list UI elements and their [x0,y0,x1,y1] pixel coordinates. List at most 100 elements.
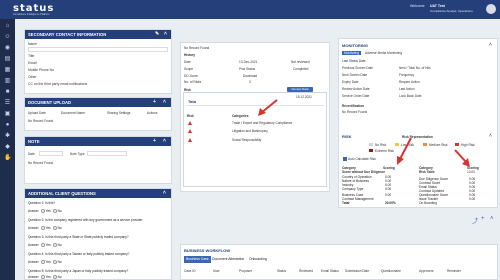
yes-label: Yes [45,226,51,230]
plus-icon[interactable]: + [153,98,156,107]
chevron-up-icon[interactable]: ˄ [163,189,166,198]
document-icon[interactable]: ▤ [4,56,11,62]
home-icon[interactable]: ⌂ [4,23,11,29]
look-back-date-label: Look Back Date [399,94,422,98]
chevron-up-icon[interactable]: ˄ [163,137,166,146]
category-3: Social Responsibility [232,138,262,142]
document-upload-panel: DOCUMENT UPLOAD + ˄ Upload Date Document… [24,97,172,131]
yes-radio[interactable] [40,209,45,214]
tab-document-attestation[interactable]: Document Attestation [210,256,246,263]
question-3-answer: Answer Yes No [28,243,62,248]
name-field[interactable] [28,47,168,52]
share-icon[interactable]: ⤴ [472,216,478,225]
avatar[interactable] [486,4,496,14]
row-date-label: Date [184,60,191,64]
right-value-6: 0.00 [469,197,476,201]
chevron-up-icon[interactable]: ˄ [163,98,166,107]
list-icon[interactable]: ☰ [4,100,11,106]
users-icon[interactable]: ☺ [4,34,11,40]
history-label: History [184,53,195,57]
answer-label: Answer [28,260,39,264]
yes-radio[interactable] [40,243,45,248]
note-date-field[interactable] [39,151,63,156]
risk-title: RISK [342,134,352,139]
building-icon[interactable]: ▣ [4,111,11,117]
no-radio[interactable] [52,243,57,248]
no-label: No [57,275,62,279]
tag-icon[interactable]: ◆ [4,144,11,150]
no-radio[interactable] [52,209,57,214]
note-panel: NOTE + ˄ Date Note Type No Record Found [24,136,172,184]
note-type-select[interactable] [87,151,127,156]
tab-business-case[interactable]: Business Case [184,256,211,263]
tile-title: Tata [188,99,196,104]
client-questions-title: ADDITIONAL CLIENT QUESTIONS [28,191,96,196]
col-actions: Actions [147,111,158,115]
yes-radio[interactable] [40,275,45,280]
note-empty-text: No Record Found [28,161,54,165]
legend-medium-risk: Medium Risk [429,143,448,147]
top-bar: status Compliance Intelligence Platform … [0,0,500,19]
monitoring-title: MONITORING [342,43,368,48]
row-scope-label: Scope [184,67,194,71]
chevron-up-icon[interactable]: ˄ [489,42,492,48]
previous-screen-date-label: Previous Screen Date [342,66,374,70]
categories-column-header: Categories [232,114,249,118]
field-label-email: Email [28,61,37,65]
yes-label: Yes [45,260,51,264]
chevron-up-icon[interactable]: ˄ [489,133,492,139]
chevron-up-icon[interactable]: ˄ [490,216,494,222]
expiry-date-label: Expiry Date [342,80,359,84]
question-4-answer: Answer Yes No [28,260,62,265]
col-user: User [213,269,220,273]
row-risks-value: 3 [249,80,251,84]
question-2-answer: Answer Yes No [28,226,62,231]
col-upload-date: Upload Date [28,111,46,115]
monitoring-risk-panel: MONITORING ˄ Monitoring Adverse Media Mo… [338,38,498,208]
no-label: No [57,209,62,213]
grid-icon[interactable]: ▦ [4,67,11,73]
legend-extreme-risk-swatch [369,149,373,152]
gear-icon[interactable]: ✱ [4,133,11,139]
row-risks-label: No. of Risks [184,80,202,84]
row-ddscore-value[interactable]: Download [243,74,257,78]
col-reviewed: Reviewed [299,269,313,273]
last-action-label: Last Action [399,87,415,91]
high-risk-icon [188,138,192,142]
tab-adverse-media[interactable]: Adverse Media Monitoring [365,51,402,55]
yes-radio[interactable] [40,226,45,231]
tab-monitoring[interactable]: Monitoring [342,51,361,55]
plus-icon[interactable]: + [153,137,156,146]
field-label-title: Title [28,54,35,58]
left-value-5: 0.00 [385,193,392,197]
chart-icon[interactable]: ▥ [4,78,11,84]
client-questions-header: ADDITIONAL CLIENT QUESTIONS ˄ [25,189,171,198]
tab-onboarding[interactable]: Onboarding [247,256,269,263]
right-row-7: On Boarding [419,201,437,205]
lock-icon[interactable]: ● [4,122,11,128]
question-3-label: Question 3: Is this third party a State … [28,235,129,239]
yes-radio[interactable] [40,260,45,265]
high-risk-icon [188,121,192,125]
no-radio[interactable] [52,275,57,280]
no-label: No [57,226,62,230]
secondary-contact-header: SECONDARY CONTACT INFORMATION ✎ ˄ [25,30,171,39]
no-radio[interactable] [52,226,57,231]
checkbox[interactable] [343,157,347,162]
require-action-label: Require Action [399,80,420,84]
field-label-other: Other [28,75,37,79]
hand-icon[interactable]: ✋ [4,155,11,161]
col-document-name: Document Name [61,111,85,115]
auto-calculate-risk[interactable]: Auto Calculate Risk [342,157,376,162]
col-sharing-settings: Sharing Settings [107,111,131,115]
legend-medium-risk-swatch [423,143,427,146]
field-label-cc: CC on the third party email notification… [28,82,88,86]
plus-icon[interactable]: + [481,216,485,222]
user-name[interactable]: UAT Test [430,4,445,8]
chevron-up-icon[interactable]: ˄ [164,30,167,39]
no-radio[interactable] [52,260,57,265]
briefcase-icon[interactable]: ■ [4,89,11,95]
edit-icon[interactable]: ✎ [155,30,159,39]
left-value-7: 20.00% [385,201,396,205]
eye-icon[interactable]: ◉ [4,45,11,51]
